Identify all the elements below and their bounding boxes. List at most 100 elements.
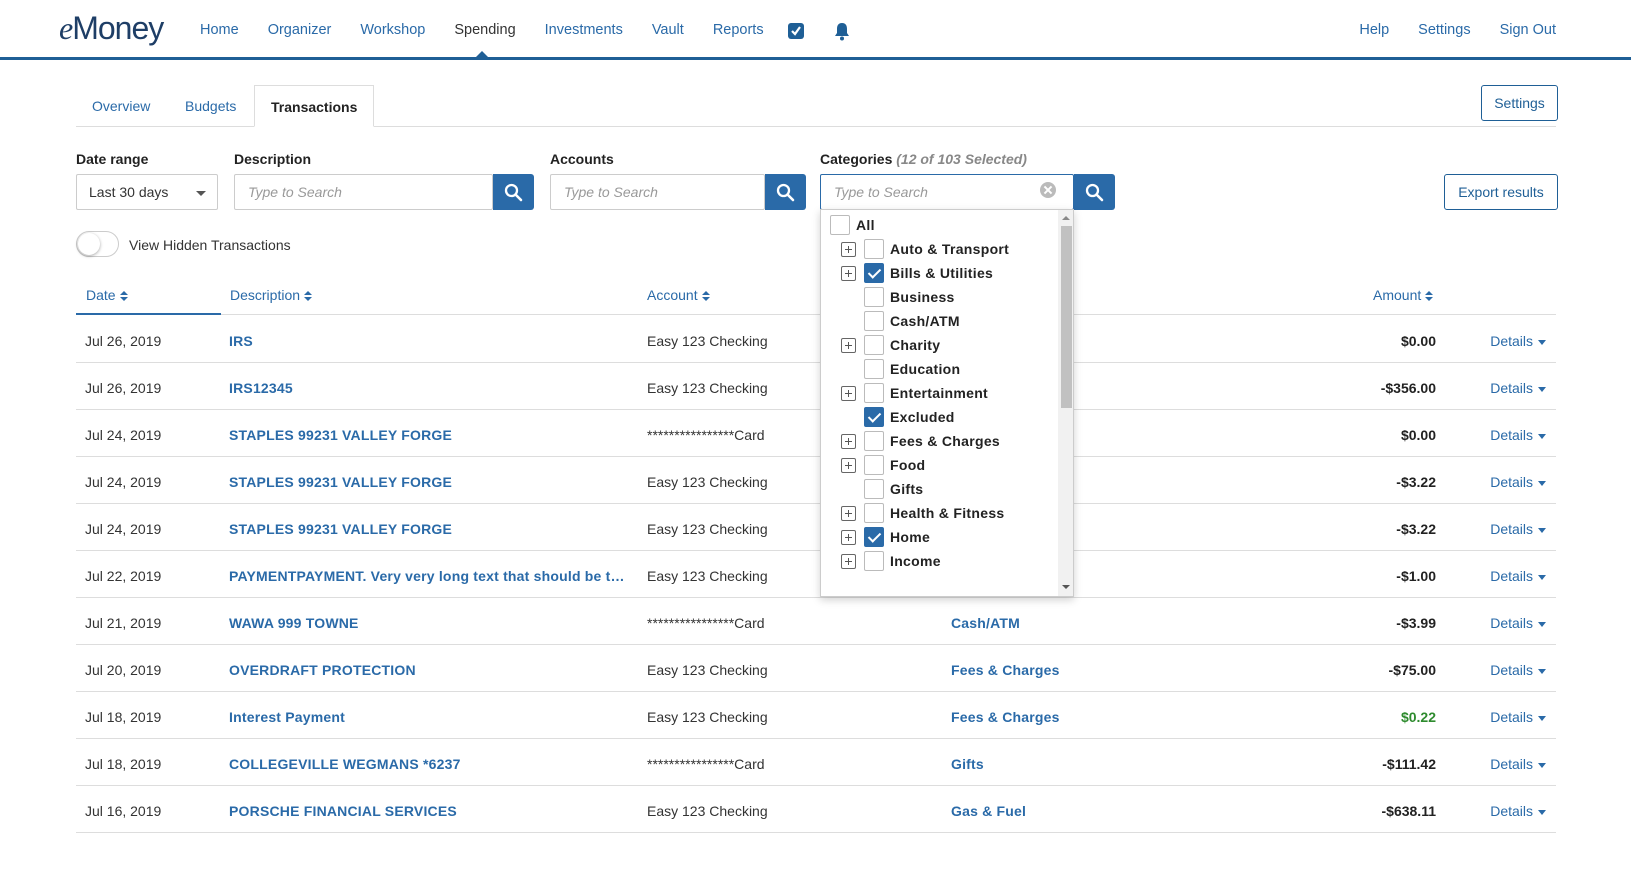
nav-organizer[interactable]: Organizer (268, 22, 332, 38)
expand-plus-icon[interactable] (841, 554, 856, 569)
tab-budgets[interactable]: Budgets (185, 85, 236, 127)
transaction-description-link[interactable]: WAWA 999 TOWNE (229, 615, 359, 631)
checkbox-unchecked-icon[interactable] (864, 383, 884, 403)
nav-settings[interactable]: Settings (1418, 22, 1470, 38)
checkbox-unchecked-icon[interactable] (864, 479, 884, 499)
checkbox-checked-icon[interactable] (864, 527, 884, 547)
transaction-description-link[interactable]: OVERDRAFT PROTECTION (229, 662, 416, 678)
details-dropdown-button[interactable]: Details (1490, 427, 1546, 443)
tab-transactions[interactable]: Transactions (254, 85, 375, 127)
details-dropdown-button[interactable]: Details (1490, 568, 1546, 584)
category-option[interactable]: Food (821, 453, 1056, 477)
checkbox-unchecked-icon[interactable] (864, 503, 884, 523)
category-option[interactable]: Entertainment (821, 381, 1056, 405)
checkbox-unchecked-icon[interactable] (864, 335, 884, 355)
accounts-search-input[interactable]: Type to Search (550, 174, 765, 210)
view-hidden-toggle[interactable] (76, 231, 119, 257)
checkbox-unchecked-icon[interactable] (864, 551, 884, 571)
category-option[interactable]: Bills & Utilities (821, 261, 1056, 285)
column-header-date[interactable]: Date (86, 287, 128, 303)
column-header-description[interactable]: Description (230, 287, 313, 303)
category-option[interactable]: Health & Fitness (821, 501, 1056, 525)
expand-plus-icon[interactable] (841, 338, 856, 353)
category-option[interactable]: Charity (821, 333, 1056, 357)
nav-investments[interactable]: Investments (545, 22, 623, 38)
column-header-amount[interactable]: Amount (1373, 287, 1434, 303)
details-dropdown-button[interactable]: Details (1490, 333, 1546, 349)
category-option[interactable]: Business (821, 285, 1056, 309)
transaction-description-link[interactable]: STAPLES 99231 VALLEY FORGE (229, 427, 452, 443)
expand-plus-icon[interactable] (841, 506, 856, 521)
category-option[interactable]: Auto & Transport (821, 237, 1056, 261)
category-option[interactable]: Cash/ATM (821, 309, 1056, 333)
transaction-description-link[interactable]: PAYMENTPAYMENT. Very very long text that… (229, 568, 629, 584)
nav-sign-out[interactable]: Sign Out (1500, 22, 1556, 38)
transaction-description-link[interactable]: PORSCHE FINANCIAL SERVICES (229, 803, 457, 819)
details-dropdown-button[interactable]: Details (1490, 662, 1546, 678)
details-dropdown-button[interactable]: Details (1490, 474, 1546, 490)
checkbox-unchecked-icon[interactable] (830, 215, 850, 235)
category-option[interactable]: Home (821, 525, 1056, 549)
accounts-search-button[interactable] (765, 174, 806, 210)
dropdown-scrollbar-thumb[interactable] (1061, 226, 1072, 408)
column-header-account[interactable]: Account (647, 287, 710, 303)
nav-help[interactable]: Help (1359, 22, 1389, 38)
settings-button[interactable]: Settings (1481, 85, 1558, 121)
expand-plus-icon[interactable] (841, 458, 856, 473)
details-dropdown-button[interactable]: Details (1490, 521, 1546, 537)
expand-plus-icon[interactable] (841, 242, 856, 257)
date-range-select[interactable]: Last 30 days (76, 174, 218, 210)
checkbox-unchecked-icon[interactable] (864, 359, 884, 379)
description-search-input[interactable]: Type to Search (234, 174, 493, 210)
details-dropdown-button[interactable]: Details (1490, 709, 1546, 725)
expand-plus-icon[interactable] (841, 434, 856, 449)
category-option[interactable]: Excluded (821, 405, 1056, 429)
transaction-description-link[interactable]: STAPLES 99231 VALLEY FORGE (229, 474, 452, 490)
scroll-up-icon[interactable] (1062, 216, 1070, 220)
checkbox-unchecked-icon[interactable] (864, 455, 884, 475)
category-option[interactable]: Education (821, 357, 1056, 381)
nav-vault[interactable]: Vault (652, 22, 684, 38)
details-dropdown-button[interactable]: Details (1490, 380, 1546, 396)
bell-icon[interactable] (833, 22, 851, 41)
checkbox-unchecked-icon[interactable] (864, 431, 884, 451)
checkbox-icon[interactable] (787, 22, 805, 40)
emoney-logo[interactable]: eMoney (59, 10, 164, 47)
transaction-description-link[interactable]: IRS12345 (229, 380, 293, 396)
checkbox-unchecked-icon[interactable] (864, 287, 884, 307)
category-option[interactable]: Gifts (821, 477, 1056, 501)
checkbox-checked-icon[interactable] (864, 263, 884, 283)
categories-search-input[interactable]: Type to Search (820, 174, 1074, 210)
scroll-down-icon[interactable] (1062, 585, 1070, 589)
transaction-category-link[interactable]: Fees & Charges (951, 662, 1060, 678)
expand-plus-icon[interactable] (841, 530, 856, 545)
transaction-category-link[interactable]: Gas & Fuel (951, 803, 1026, 819)
description-search-button[interactable] (493, 174, 534, 210)
transaction-category-link[interactable]: Cash/ATM (951, 615, 1020, 631)
checkbox-checked-icon[interactable] (864, 407, 884, 427)
category-option[interactable]: Fees & Charges (821, 429, 1056, 453)
nav-workshop[interactable]: Workshop (360, 22, 425, 38)
expand-plus-icon[interactable] (841, 386, 856, 401)
category-option[interactable]: Income (821, 549, 1056, 573)
export-results-button[interactable]: Export results (1444, 174, 1558, 210)
checkbox-unchecked-icon[interactable] (864, 239, 884, 259)
transaction-description-link[interactable]: IRS (229, 333, 253, 349)
checkbox-unchecked-icon[interactable] (864, 311, 884, 331)
nav-reports[interactable]: Reports (713, 22, 764, 38)
transaction-description-link[interactable]: STAPLES 99231 VALLEY FORGE (229, 521, 452, 537)
categories-search-button[interactable] (1074, 174, 1115, 210)
tab-overview[interactable]: Overview (92, 85, 150, 127)
transaction-description-link[interactable]: COLLEGEVILLE WEGMANS *6237 (229, 756, 461, 772)
details-dropdown-button[interactable]: Details (1490, 615, 1546, 631)
details-dropdown-button[interactable]: Details (1490, 803, 1546, 819)
category-option[interactable]: All (821, 213, 1056, 237)
clear-icon[interactable] (1040, 182, 1056, 198)
details-dropdown-button[interactable]: Details (1490, 756, 1546, 772)
nav-home[interactable]: Home (200, 22, 239, 38)
transaction-category-link[interactable]: Fees & Charges (951, 709, 1060, 725)
expand-plus-icon[interactable] (841, 266, 856, 281)
transaction-description-link[interactable]: Interest Payment (229, 709, 345, 725)
nav-spending[interactable]: Spending (454, 22, 515, 38)
transaction-category-link[interactable]: Gifts (951, 756, 984, 772)
